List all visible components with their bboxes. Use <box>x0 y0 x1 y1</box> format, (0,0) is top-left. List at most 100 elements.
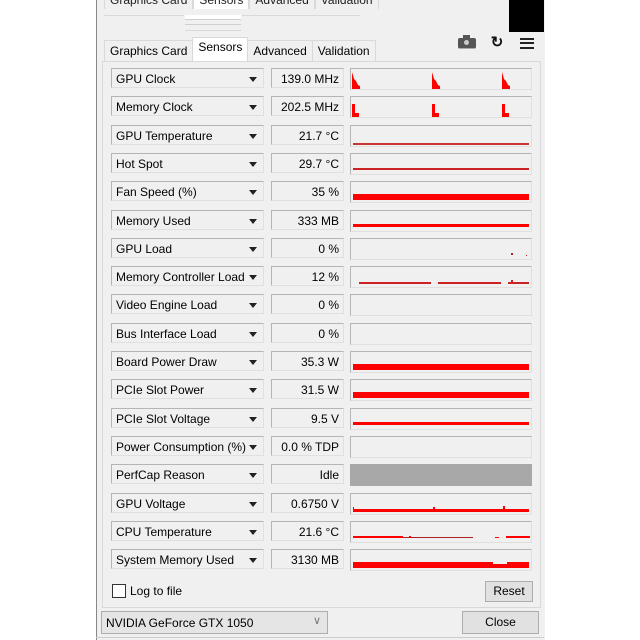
graph-spike <box>352 72 360 89</box>
sensor-value-text: 35 % <box>311 185 339 200</box>
graph-mark <box>511 252 513 255</box>
black-overlay <box>509 0 544 32</box>
sensor-select[interactable]: CPU Temperature <box>111 520 264 541</box>
sensor-select[interactable]: PCIe Slot Voltage <box>111 407 264 428</box>
sensor-name: PerfCap Reason <box>116 468 205 483</box>
sensor-select[interactable]: Memory Controller Load <box>111 266 264 287</box>
sensor-select[interactable]: PerfCap Reason <box>111 464 264 485</box>
sensor-select[interactable]: Memory Clock <box>111 96 264 117</box>
graph-mark <box>353 142 529 145</box>
sensor-value: 0 % <box>271 237 344 258</box>
sensor-graph <box>350 520 532 543</box>
reset-button[interactable]: Reset <box>485 581 533 602</box>
log-to-file-label: Log to file <box>130 584 183 598</box>
sensor-select[interactable]: GPU Load <box>111 237 264 258</box>
checkbox-box[interactable] <box>112 584 126 598</box>
camera-icon[interactable] <box>458 34 476 51</box>
sensor-row: GPU Clock 139.0 MHz <box>111 68 536 90</box>
graph-mark <box>353 364 529 370</box>
sensor-value-text: 31.5 W <box>300 383 339 398</box>
graph-mark <box>353 506 354 509</box>
gpu-select-value: NVIDIA GeForce GTX 1050 <box>106 616 254 630</box>
gpu-select-dropdown[interactable]: NVIDIA GeForce GTX 1050 ∨ <box>101 611 328 634</box>
ghost-divider <box>185 24 241 25</box>
toolbar: ↻ <box>458 34 536 51</box>
sensor-value: 31.5 W <box>271 379 344 400</box>
ghost-tab-sensors: Sensors <box>193 0 250 9</box>
sensor-select[interactable]: GPU Clock <box>111 68 264 88</box>
sensor-select[interactable]: System Memory Used <box>111 549 264 570</box>
sensor-select[interactable]: PCIe Slot Power <box>111 379 264 400</box>
graph-mark <box>493 564 507 569</box>
sensor-graph <box>350 68 532 90</box>
sensor-value-text: 0 % <box>318 241 339 256</box>
graph-mark <box>353 562 493 569</box>
hamburger-menu-icon[interactable] <box>518 35 536 51</box>
sensor-row: Bus Interface Load 0 % <box>111 322 536 345</box>
tab-graphics-card[interactable]: Graphics Card <box>104 40 194 61</box>
sensor-value: 29.7 °C <box>271 152 344 173</box>
sensor-select[interactable]: Fan Speed (%) <box>111 181 264 202</box>
sensor-row: GPU Voltage 0.6750 V <box>111 492 536 515</box>
sensor-select[interactable]: Memory Used <box>111 209 264 230</box>
sensor-graph <box>350 209 532 232</box>
sensor-value: 3130 MB <box>271 549 344 570</box>
graph-mark <box>433 506 435 509</box>
graph-mark <box>353 421 529 425</box>
graph-mark <box>526 254 527 256</box>
sensor-graph <box>350 464 532 487</box>
sensor-graph <box>350 435 532 458</box>
sensor-graph <box>350 407 532 430</box>
bottom-border <box>96 637 544 638</box>
graph-mark <box>353 194 529 201</box>
sensor-select[interactable]: Hot Spot <box>111 152 264 173</box>
graph-mark <box>353 508 529 512</box>
sensor-name: Fan Speed (%) <box>116 185 197 200</box>
refresh-icon[interactable]: ↻ <box>488 35 506 51</box>
graph-mark <box>511 280 513 283</box>
sensor-name: Memory Clock <box>116 100 193 115</box>
tab-sensors[interactable]: Sensors <box>192 37 249 61</box>
graph-mark <box>438 282 501 285</box>
sensor-graph <box>350 266 532 289</box>
sensor-name: Memory Controller Load <box>116 270 245 285</box>
sensor-graph <box>350 124 532 147</box>
sensor-name: CPU Temperature <box>116 524 212 539</box>
sensor-value: 21.6 °C <box>271 520 344 541</box>
dropdown-arrow-icon <box>249 473 257 479</box>
sensor-select[interactable]: Board Power Draw <box>111 351 264 371</box>
graph-mark <box>508 282 529 285</box>
tab-validation[interactable]: Validation <box>311 40 376 61</box>
sensor-name: PCIe Slot Voltage <box>116 411 211 426</box>
sensor-select[interactable]: Bus Interface Load <box>111 322 264 343</box>
sensor-graph <box>350 294 532 317</box>
sensor-name: Memory Used <box>116 213 191 228</box>
sensor-row: PerfCap Reason Idle <box>111 464 536 487</box>
sensor-select[interactable]: GPU Voltage <box>111 492 264 513</box>
graph-mark <box>353 223 529 227</box>
graph-mark <box>359 282 431 285</box>
sensor-value-text: 139.0 MHz <box>280 72 339 86</box>
dropdown-arrow-icon <box>249 218 257 224</box>
sensor-graph <box>350 237 532 260</box>
log-to-file-checkbox[interactable]: Log to file <box>112 584 182 598</box>
sensor-select[interactable]: GPU Temperature <box>111 124 264 145</box>
dropdown-arrow-icon <box>249 558 257 564</box>
sensor-row: GPU Temperature 21.7 °C <box>111 124 536 147</box>
sensor-graph <box>350 96 532 119</box>
sensor-row: PCIe Slot Voltage 9.5 V <box>111 407 536 430</box>
dropdown-arrow-icon <box>249 246 257 252</box>
sensor-graph <box>350 492 532 515</box>
graph-mark <box>495 536 499 538</box>
sensor-select[interactable]: Video Engine Load <box>111 294 264 315</box>
graph-mark <box>502 113 509 118</box>
sensor-select[interactable]: Power Consumption (%) <box>111 435 264 456</box>
sensor-row: Hot Spot 29.7 °C <box>111 152 536 175</box>
graph-mark <box>432 113 439 118</box>
sensor-value: 9.5 V <box>271 407 344 428</box>
sensor-value: 333 MB <box>271 209 344 230</box>
tab-advanced[interactable]: Advanced <box>247 40 313 61</box>
graph-mark <box>353 392 529 399</box>
graph-mark <box>353 167 529 170</box>
close-button[interactable]: Close <box>462 611 539 634</box>
